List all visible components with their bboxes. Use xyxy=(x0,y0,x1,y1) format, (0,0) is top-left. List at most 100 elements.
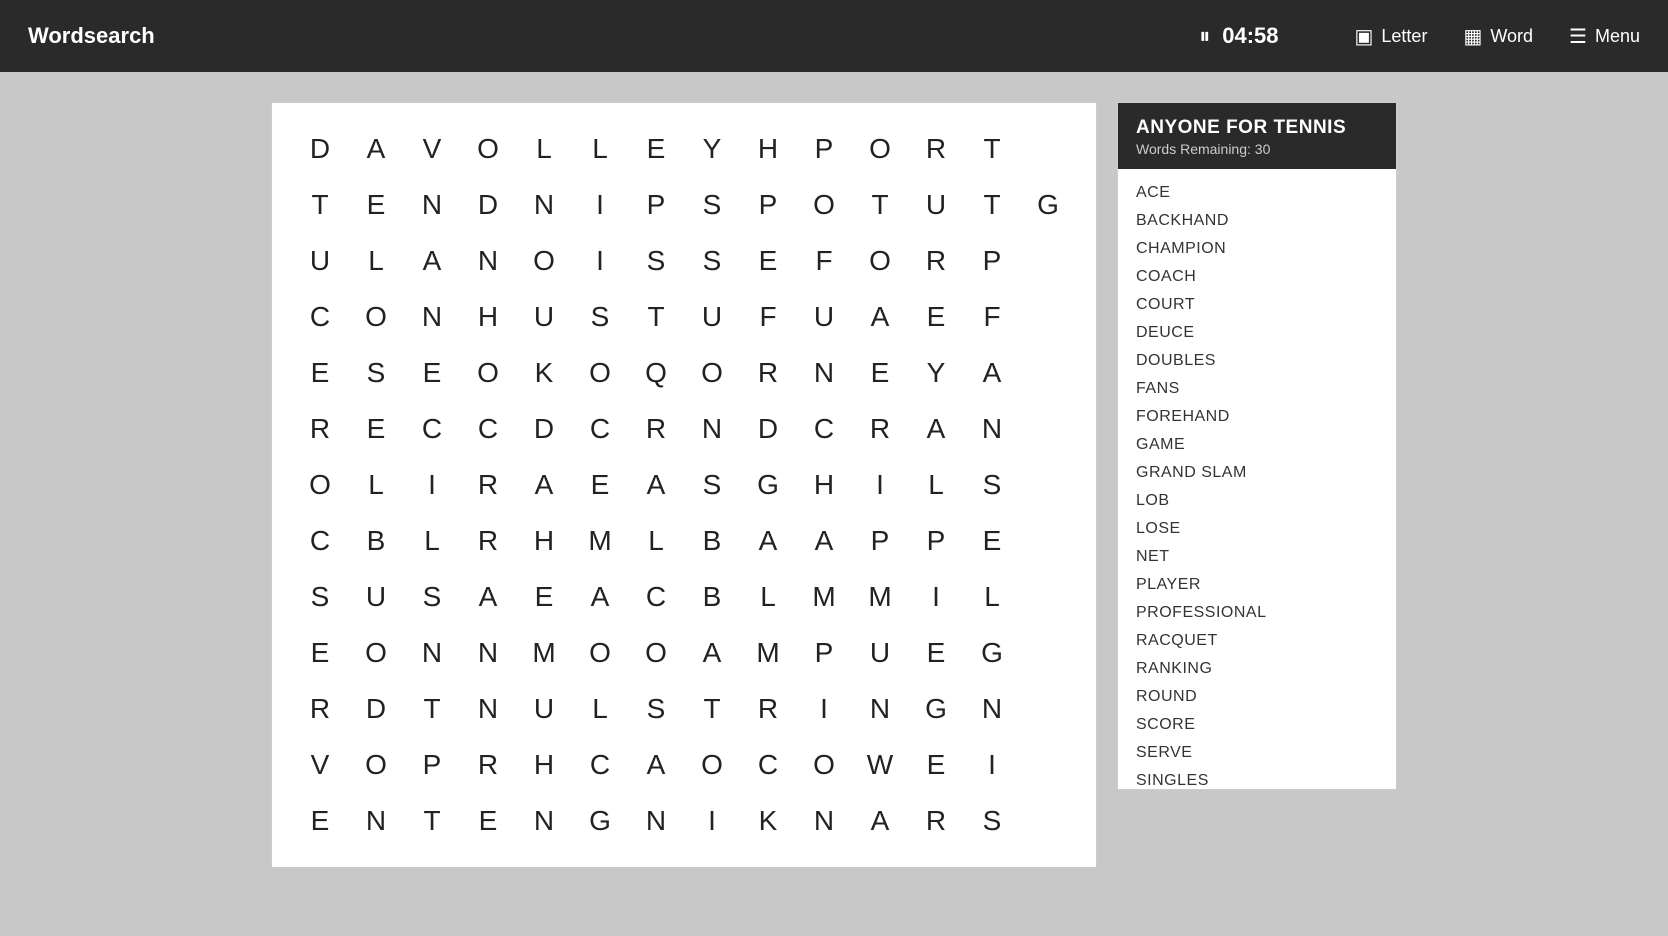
grid-cell[interactable]: S xyxy=(684,177,740,233)
grid-cell[interactable]: O xyxy=(684,737,740,793)
grid-cell[interactable]: R xyxy=(852,401,908,457)
grid-cell[interactable]: N xyxy=(460,233,516,289)
grid-cell[interactable]: O xyxy=(292,457,348,513)
grid-cell[interactable]: C xyxy=(292,513,348,569)
grid-cell[interactable]: R xyxy=(460,737,516,793)
grid-cell[interactable]: O xyxy=(684,345,740,401)
grid-cell[interactable]: D xyxy=(292,121,348,177)
grid-cell[interactable]: L xyxy=(628,513,684,569)
grid-cell[interactable]: E xyxy=(292,345,348,401)
grid-cell[interactable]: S xyxy=(628,233,684,289)
grid-cell[interactable]: E xyxy=(908,625,964,681)
grid-cell[interactable]: E xyxy=(404,345,460,401)
grid-cell[interactable]: L xyxy=(404,513,460,569)
grid-cell[interactable]: O xyxy=(628,625,684,681)
grid-cell[interactable]: V xyxy=(292,737,348,793)
grid-cell[interactable]: O xyxy=(516,233,572,289)
grid-cell[interactable]: B xyxy=(348,513,404,569)
grid-cell[interactable]: L xyxy=(348,457,404,513)
grid-cell[interactable]: V xyxy=(404,121,460,177)
grid-cell[interactable]: A xyxy=(572,569,628,625)
grid-cell[interactable]: M xyxy=(796,569,852,625)
grid-cell[interactable]: I xyxy=(964,737,1020,793)
grid-cell[interactable]: O xyxy=(572,345,628,401)
grid-cell[interactable]: T xyxy=(852,177,908,233)
grid-cell[interactable]: R xyxy=(292,401,348,457)
grid-cell[interactable]: N xyxy=(404,177,460,233)
grid-cell[interactable]: P xyxy=(796,625,852,681)
grid-cell[interactable]: C xyxy=(628,569,684,625)
grid-cell[interactable]: U xyxy=(908,177,964,233)
grid-cell[interactable]: O xyxy=(852,121,908,177)
grid-cell[interactable]: R xyxy=(460,457,516,513)
grid-cell[interactable]: U xyxy=(516,681,572,737)
grid-cell[interactable]: U xyxy=(516,289,572,345)
grid-cell[interactable]: M xyxy=(516,625,572,681)
grid-cell[interactable]: O xyxy=(460,345,516,401)
grid-cell[interactable]: E xyxy=(964,513,1020,569)
grid-cell[interactable]: Q xyxy=(628,345,684,401)
grid-cell[interactable]: A xyxy=(460,569,516,625)
grid-cell[interactable]: L xyxy=(964,569,1020,625)
grid-cell[interactable]: O xyxy=(796,177,852,233)
grid-cell[interactable]: B xyxy=(684,513,740,569)
grid-cell[interactable]: L xyxy=(348,233,404,289)
grid-cell[interactable]: S xyxy=(964,793,1020,849)
grid-cell[interactable]: S xyxy=(964,457,1020,513)
letter-button[interactable]: ▣ Letter xyxy=(1355,24,1428,49)
grid-cell[interactable]: E xyxy=(460,793,516,849)
grid-cell[interactable]: O xyxy=(460,121,516,177)
grid-cell[interactable]: U xyxy=(348,569,404,625)
grid-cell[interactable]: K xyxy=(516,345,572,401)
grid-cell[interactable]: O xyxy=(572,625,628,681)
grid-cell[interactable]: S xyxy=(348,345,404,401)
grid-cell[interactable]: H xyxy=(516,737,572,793)
grid-cell[interactable]: F xyxy=(796,233,852,289)
grid-cell[interactable]: R xyxy=(908,233,964,289)
grid-cell[interactable]: I xyxy=(852,457,908,513)
grid-cell[interactable]: G xyxy=(572,793,628,849)
grid-cell[interactable]: C xyxy=(404,401,460,457)
grid-cell[interactable]: N xyxy=(852,681,908,737)
grid-cell[interactable]: R xyxy=(740,345,796,401)
grid-cell[interactable]: R xyxy=(908,793,964,849)
grid-cell[interactable]: P xyxy=(964,233,1020,289)
pause-button[interactable]: ⏸ xyxy=(1199,23,1210,49)
grid-cell[interactable]: Y xyxy=(684,121,740,177)
grid-cell[interactable]: E xyxy=(292,625,348,681)
grid-cell[interactable]: T xyxy=(684,681,740,737)
grid-cell[interactable]: L xyxy=(740,569,796,625)
grid-cell[interactable]: G xyxy=(1020,177,1076,233)
grid-cell[interactable]: P xyxy=(796,121,852,177)
grid-cell[interactable]: C xyxy=(572,737,628,793)
grid-cell[interactable]: E xyxy=(852,345,908,401)
grid-cell[interactable]: M xyxy=(852,569,908,625)
grid-cell[interactable]: A xyxy=(740,513,796,569)
grid-cell[interactable]: W xyxy=(852,737,908,793)
grid-cell[interactable]: N xyxy=(404,625,460,681)
grid-cell[interactable]: I xyxy=(684,793,740,849)
grid-cell[interactable]: U xyxy=(292,233,348,289)
grid-cell[interactable]: L xyxy=(516,121,572,177)
grid-cell[interactable]: L xyxy=(908,457,964,513)
grid-cell[interactable]: E xyxy=(908,289,964,345)
grid-cell[interactable]: N xyxy=(796,793,852,849)
grid-cell[interactable]: O xyxy=(348,737,404,793)
grid-cell[interactable]: P xyxy=(628,177,684,233)
grid-cell[interactable]: H xyxy=(460,289,516,345)
grid-cell[interactable]: D xyxy=(348,681,404,737)
grid-cell[interactable]: D xyxy=(460,177,516,233)
grid-cell[interactable]: I xyxy=(796,681,852,737)
grid-cell[interactable]: S xyxy=(684,457,740,513)
grid-cell[interactable]: R xyxy=(460,513,516,569)
grid-cell[interactable]: A xyxy=(516,457,572,513)
grid-cell[interactable]: E xyxy=(292,793,348,849)
grid-cell[interactable]: E xyxy=(908,737,964,793)
grid-cell[interactable]: L xyxy=(572,121,628,177)
grid-cell[interactable]: H xyxy=(516,513,572,569)
grid-cell[interactable]: C xyxy=(460,401,516,457)
grid-cell[interactable]: S xyxy=(628,681,684,737)
grid-cell[interactable]: U xyxy=(796,289,852,345)
grid-cell[interactable]: T xyxy=(628,289,684,345)
grid-cell[interactable]: G xyxy=(740,457,796,513)
